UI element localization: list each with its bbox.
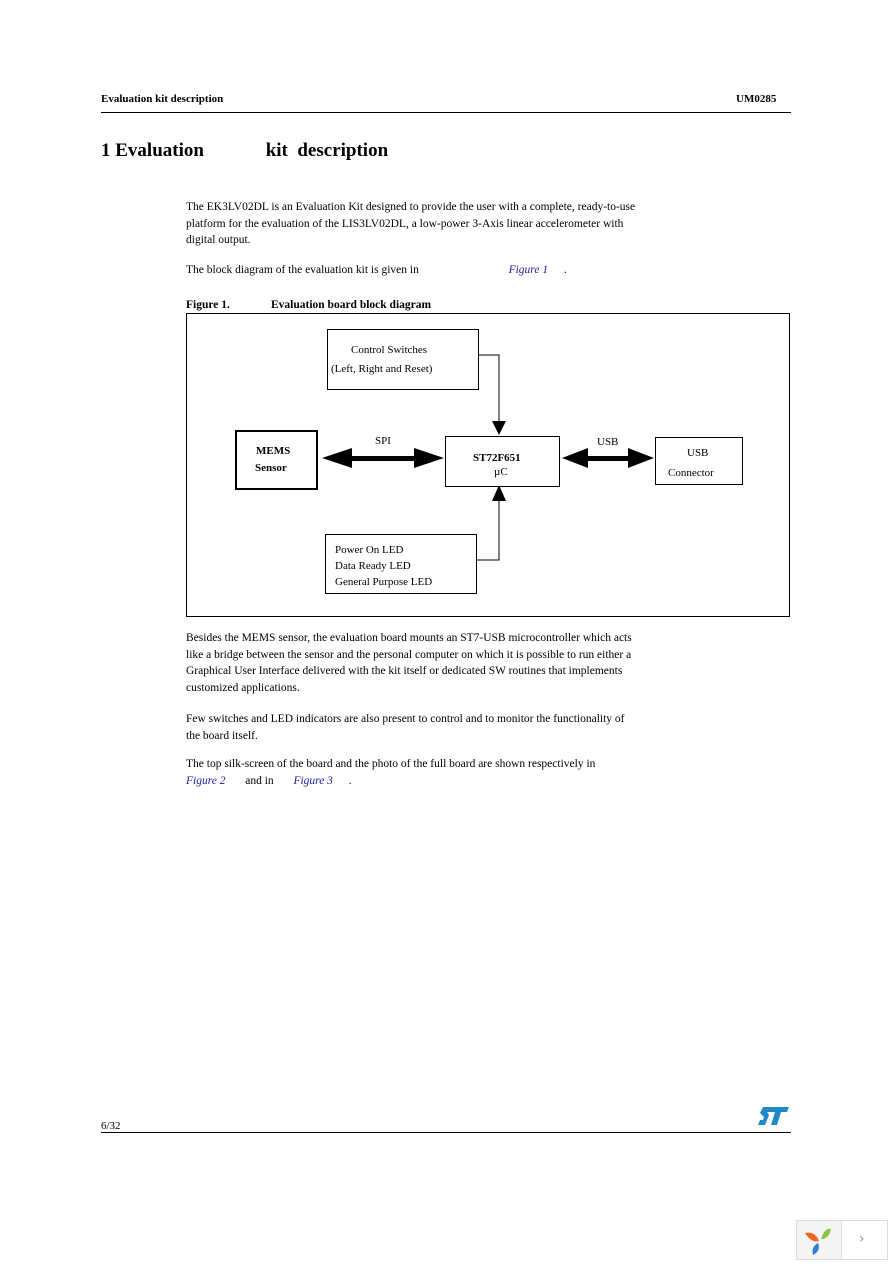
figure-title: Evaluation board block diagram (271, 299, 432, 311)
figure-caption: Figure 1. Evaluation board block diagram (186, 299, 431, 311)
paragraph-mcu-description: Besides the MEMS sensor, the evaluation … (186, 632, 632, 694)
text: and in (245, 774, 274, 787)
block-label: Sensor (255, 462, 287, 474)
arrow-right-icon (628, 448, 654, 468)
block-label: (Left, Right and Reset) (331, 363, 433, 375)
led-block: Power On LED Data Ready LED General Purp… (325, 534, 477, 594)
running-header-section: Evaluation kit description (101, 93, 224, 105)
mems-sensor-block: MEMS Sensor (235, 430, 318, 490)
figure-number: Figure 1. (186, 299, 230, 311)
arrow-left-icon (562, 448, 588, 468)
page-number: 6/32 (101, 1120, 121, 1132)
block-label: USB (687, 447, 709, 459)
paragraph-switches-leds: Few switches and LED indicators are also… (186, 713, 625, 742)
app-logo-icon (797, 1221, 842, 1259)
header-rule (101, 112, 791, 113)
figure-3-link[interactable]: Figure 3 (293, 775, 333, 787)
block-label: Data Ready LED (335, 560, 411, 572)
block-label: µC (494, 466, 508, 478)
paragraph-block-diagram-ref: The block diagram of the evaluation kit … (186, 262, 646, 279)
usb-connector-block: USB Connector (655, 437, 743, 485)
arrow-left-icon (322, 448, 352, 468)
text: The top silk-screen of the board and the… (186, 758, 596, 770)
paragraph-figure-refs: The top silk-screen of the board and the… (186, 756, 638, 789)
arrow-up-icon (492, 485, 506, 501)
control-connector-line (478, 354, 500, 421)
mcu-block: ST72F651 µC (445, 436, 560, 487)
running-header-doc-id: UM0285 (736, 93, 777, 105)
figure-1-link[interactable]: Figure 1 (509, 264, 549, 276)
text: . (563, 264, 567, 276)
block-label: Control Switches (351, 344, 428, 356)
figure-2-link[interactable]: Figure 2 (186, 775, 226, 787)
block-label: ST72F651 (473, 452, 521, 464)
next-chevron-icon[interactable]: › (859, 1231, 865, 1247)
control-switches-block: Control Switches (Left, Right and Reset) (327, 329, 479, 390)
spi-label: SPI (375, 435, 391, 447)
arrow-down-icon (492, 421, 506, 435)
st-logo-icon (757, 1105, 791, 1132)
viewer-widget: › (796, 1220, 888, 1260)
block-label: MEMS (256, 445, 291, 457)
arrow-right-icon (414, 448, 444, 468)
block-label: General Purpose LED (335, 576, 433, 588)
paragraph-intro: The EK3LV02DL is an Evaluation Kit desig… (186, 201, 636, 246)
led-connector-line (477, 499, 500, 561)
usb-label: USB (597, 436, 619, 448)
block-label: Connector (668, 467, 714, 479)
section-title: 1 Evaluation kit description (101, 140, 389, 161)
footer-rule (101, 1132, 791, 1133)
block-diagram: Control Switches (Left, Right and Reset)… (186, 313, 790, 617)
block-label: Power On LED (335, 544, 404, 556)
text: . (348, 774, 352, 787)
text: The block diagram of the evaluation kit … (186, 264, 419, 276)
